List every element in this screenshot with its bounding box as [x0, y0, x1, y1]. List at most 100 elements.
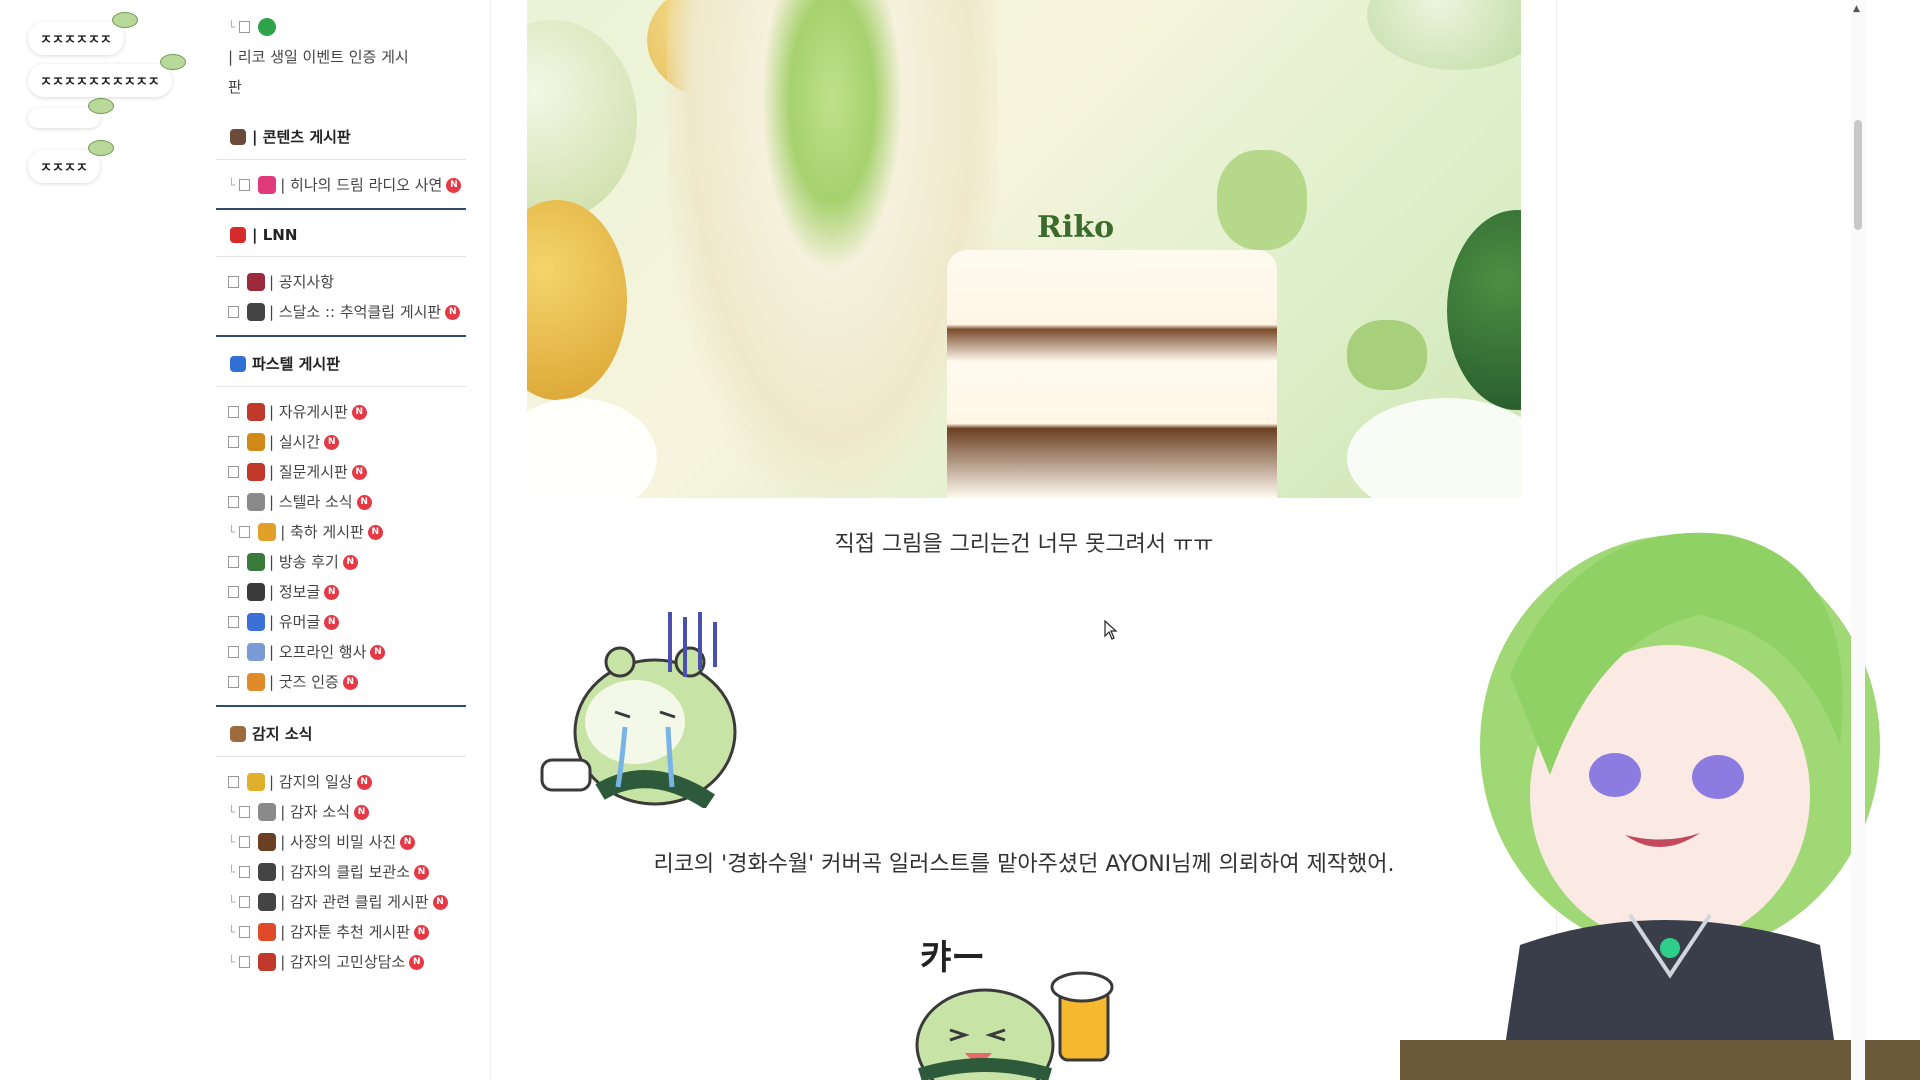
menu-item[interactable]: └ | 감자 소식 N	[216, 797, 466, 827]
frog-icon	[1347, 320, 1427, 390]
menu-item[interactable]: | 유머글 N	[216, 607, 466, 637]
menu-item-label: | 감지의 일상	[269, 773, 353, 791]
badge-text: ㅈㅈㅈㅈ	[40, 161, 88, 176]
menu-item[interactable]: | 스텔라 소식 N	[216, 487, 466, 517]
board-icon	[228, 406, 239, 418]
sidebar-divider	[490, 0, 491, 1080]
menu-item[interactable]: | 방송 후기 N	[216, 547, 466, 577]
crying-frog-sticker	[540, 612, 737, 808]
newspaper-icon	[258, 803, 277, 821]
menu-item[interactable]: └ | 감자의 클립 보관소 N	[216, 857, 466, 887]
books-icon	[247, 553, 265, 571]
balloon-icon	[1367, 0, 1521, 70]
new-badge: N	[324, 434, 340, 450]
new-badge: N	[446, 177, 462, 193]
menu-item[interactable]: | 스달소 :: 추억클립 게시판 N	[216, 297, 466, 327]
board-icon	[228, 556, 239, 568]
menu-item-label: | 감자 관련 클립 게시판	[280, 893, 429, 911]
article-caption: 리코의 '경화수월' 커버곡 일러스트를 맡아주셨던 AYONI님께 의뢰하여 …	[653, 852, 1395, 877]
board-icon	[239, 179, 251, 191]
menu-list: └ | 히나의 드림 라디오 사연 N	[216, 160, 466, 208]
board-icon	[228, 306, 239, 318]
menu-item[interactable]: | 오프라인 행사 N	[216, 637, 466, 667]
new-badge: N	[324, 614, 340, 630]
menu-item[interactable]: └ | 감자툰 추천 게시판 N	[216, 917, 466, 947]
menu-item[interactable]: | 감지의 일상 N	[216, 767, 466, 797]
board-icon	[239, 526, 251, 538]
scrollbar-thumb[interactable]	[1854, 120, 1862, 230]
new-badge: N	[367, 524, 383, 540]
tree-branch-icon: └	[228, 895, 236, 909]
menu-item[interactable]: | 실시간 N	[216, 427, 466, 457]
menu-item[interactable]: └ | 감자 관련 클립 게시판 N	[216, 887, 466, 917]
party-icon	[258, 523, 277, 541]
menu-item-label: | 감자툰 추천 게시판	[280, 923, 410, 941]
new-badge: N	[354, 804, 370, 820]
brush-icon	[230, 355, 246, 372]
board-icon	[228, 776, 239, 788]
menu-item[interactable]: └ | 사장의 비밀 사진 N	[216, 827, 466, 857]
new-badge: N	[342, 554, 358, 570]
frog-icon	[87, 140, 114, 156]
menu-item-riko-birthday[interactable]: └ | 리코 생일 이벤트 인증 게시판	[216, 12, 466, 102]
new-badge: N	[432, 894, 448, 910]
tree-branch-icon: └	[228, 525, 236, 539]
board-icon	[239, 896, 251, 908]
menu-item-label: | 감자 소식	[280, 803, 351, 821]
tree-branch-icon: └	[228, 865, 236, 879]
reaction-badge[interactable]	[28, 98, 114, 128]
menu-item-label: | 히나의 드림 라디오 사연	[280, 176, 443, 194]
new-badge: N	[445, 304, 461, 320]
menu-item[interactable]: | 질문게시판 N	[216, 457, 466, 487]
new-badge: N	[414, 864, 429, 880]
potato-icon	[230, 725, 246, 742]
balloon-icon	[527, 20, 637, 220]
menu-item[interactable]: | 정보글 N	[216, 577, 466, 607]
menu-item[interactable]: └ | 히나의 드림 라디오 사연 N	[216, 170, 466, 200]
menu-item-label: | 감자의 고민상담소	[280, 953, 406, 971]
board-icon	[239, 926, 251, 938]
menu-item[interactable]: | 공지사항	[216, 267, 466, 297]
birthday-illustration: Riko	[527, 0, 1521, 498]
menu-item-label: | 감자의 클립 보관소	[280, 863, 410, 881]
menu-item[interactable]: | 자유게시판 N	[216, 397, 466, 427]
menu-item-label: | 질문게시판	[269, 463, 348, 481]
section-title[interactable]: | 콘텐츠 게시판	[216, 110, 466, 160]
new-badge: N	[356, 774, 372, 790]
new-badge: N	[414, 924, 429, 940]
film-icon	[247, 303, 265, 321]
board-icon	[228, 676, 239, 688]
new-badge: N	[351, 464, 367, 480]
calendar-icon	[247, 643, 265, 661]
menu-list: | 공지사항 | 스달소 :: 추억클립 게시판 N	[216, 257, 466, 335]
page-scrollbar[interactable]: ▲	[1851, 0, 1865, 1080]
section-title-label: | LNN	[252, 226, 298, 244]
section-title[interactable]: | LNN	[216, 208, 466, 257]
board-icon	[228, 646, 239, 658]
menu-item-label: | 굿즈 인증	[269, 673, 339, 691]
reaction-badge[interactable]: ㅈㅈㅈㅈㅈㅈㅈㅈㅈㅈ	[28, 54, 186, 97]
board-icon	[228, 276, 239, 288]
scroll-up-icon[interactable]: ▲	[1853, 4, 1860, 14]
monitor-icon	[247, 583, 265, 601]
badge-text: ㅈㅈㅈㅈㅈㅈㅈㅈㅈㅈ	[40, 75, 160, 90]
menu-item[interactable]: └ | 축하 게시판 N	[216, 517, 466, 547]
board-icon	[239, 836, 251, 848]
menu-item-label: | 축하 게시판	[280, 523, 364, 541]
reaction-badge[interactable]: ㅈㅈㅈㅈ	[28, 140, 114, 183]
section-title[interactable]: 감지 소식	[216, 705, 466, 757]
frog-chef-icon	[1217, 150, 1307, 250]
birthday-cake: Riko	[947, 210, 1277, 498]
menu-item[interactable]: └ | 감자의 고민상담소 N	[216, 947, 466, 977]
newspaper-icon	[247, 493, 265, 511]
reaction-badge[interactable]: ㅈㅈㅈㅈㅈㅈ	[28, 12, 138, 55]
beer-icon	[247, 773, 265, 791]
new-badge: N	[356, 494, 372, 510]
rocket-icon	[247, 613, 265, 631]
menu-item-label: | 실시간	[269, 433, 321, 451]
menu-item-label: | 유머글	[269, 613, 321, 631]
section-title[interactable]: 파스텔 게시판	[216, 335, 466, 387]
menu-item[interactable]: | 굿즈 인증 N	[216, 667, 466, 697]
tree-branch-icon: └	[228, 835, 236, 849]
menu-item-label: | 자유게시판	[269, 403, 348, 421]
